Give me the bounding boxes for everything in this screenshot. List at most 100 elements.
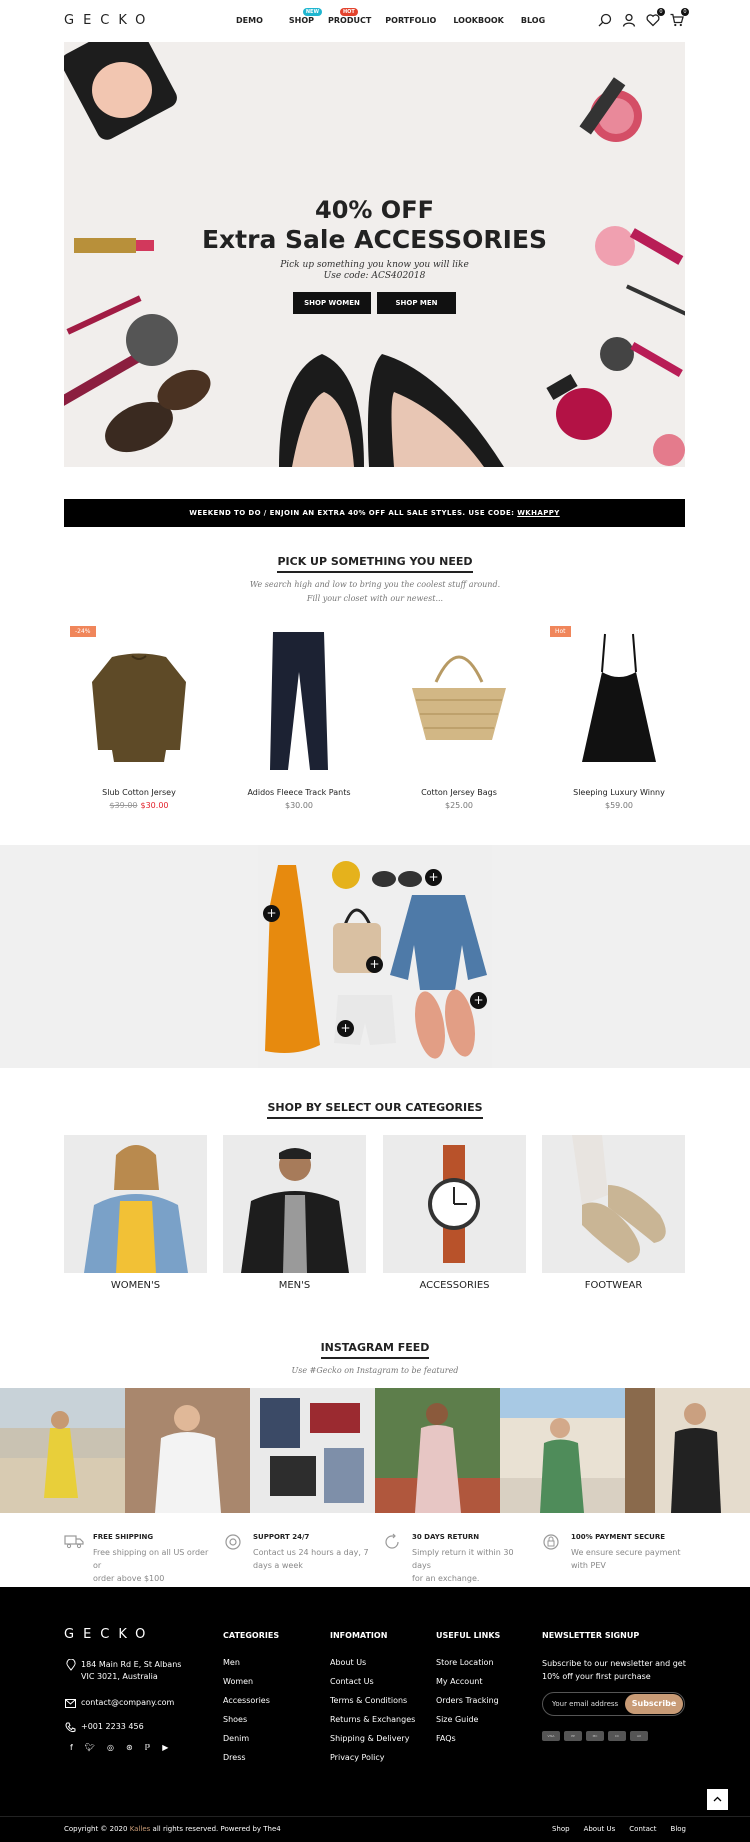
hotspot-button[interactable]: + bbox=[425, 869, 442, 886]
nav-item-demo[interactable]: DEMO bbox=[236, 16, 263, 25]
hotspot-button[interactable]: + bbox=[470, 992, 487, 1009]
product-image[interactable]: -24% bbox=[64, 622, 214, 780]
footer-link[interactable]: Contact Us bbox=[330, 1677, 415, 1686]
instagram-grid bbox=[0, 1388, 750, 1513]
nav-item-shop[interactable]: SHOP NEW bbox=[289, 8, 322, 25]
nav-label: BLOG bbox=[520, 16, 546, 25]
footer-link[interactable]: Men bbox=[223, 1658, 279, 1667]
youtube-icon[interactable]: ▶ bbox=[162, 1743, 168, 1752]
nav-item-lookbook[interactable]: LOOKBOOK bbox=[453, 16, 504, 25]
footer-link[interactable]: Dress bbox=[223, 1753, 279, 1762]
phone-text: +001 2233 456 bbox=[81, 1722, 144, 1731]
nav-label: PORTFOLIO bbox=[385, 16, 437, 25]
nav-item-blog[interactable]: BLOG bbox=[521, 16, 545, 25]
newsletter-form: Your email address Subscribe bbox=[542, 1692, 685, 1716]
category-card-men[interactable]: MEN'S bbox=[223, 1135, 366, 1291]
section-title-text: PICK UP SOMETHING YOU NEED bbox=[277, 555, 473, 573]
instagram-photo[interactable] bbox=[625, 1388, 750, 1513]
footer-link[interactable]: Shipping & Delivery bbox=[330, 1734, 415, 1743]
subtitle-line: Fill your closet with our newest... bbox=[306, 594, 444, 603]
section-title: SHOP BY SELECT OUR CATEGORIES bbox=[0, 1101, 750, 1119]
bottom-link-contact[interactable]: Contact bbox=[629, 1825, 656, 1833]
category-image[interactable] bbox=[64, 1135, 207, 1273]
bottom-link-about[interactable]: About Us bbox=[584, 1825, 616, 1833]
footer-link[interactable]: Terms & Conditions bbox=[330, 1696, 415, 1705]
footer-link[interactable]: Accessories bbox=[223, 1696, 279, 1705]
instagram-photo[interactable] bbox=[0, 1388, 125, 1513]
category-image[interactable] bbox=[223, 1135, 366, 1273]
wishlist-count: 0 bbox=[657, 8, 665, 16]
search-icon[interactable] bbox=[598, 12, 612, 27]
footer-link[interactable]: FAQs bbox=[436, 1734, 500, 1743]
dribbble-icon[interactable]: ⊛ bbox=[126, 1743, 133, 1752]
footer-col-title: USEFUL LINKS bbox=[436, 1631, 501, 1640]
category-image[interactable] bbox=[542, 1135, 685, 1273]
product-name[interactable]: Adidos Fleece Track Pants bbox=[224, 788, 374, 797]
hotspot-button[interactable]: + bbox=[263, 905, 280, 922]
shop-men-button[interactable]: SHOP MEN bbox=[377, 292, 456, 314]
product-card[interactable]: Adidos Fleece Track Pants $30.00 bbox=[224, 622, 374, 810]
category-card-footwear[interactable]: FOOTWEAR bbox=[542, 1135, 685, 1291]
subscribe-button[interactable]: Subscribe bbox=[625, 1694, 683, 1714]
instagram-photo[interactable] bbox=[500, 1388, 625, 1513]
instagram-photo[interactable] bbox=[125, 1388, 250, 1513]
user-icon[interactable] bbox=[622, 12, 636, 27]
footer-link[interactable]: Orders Tracking bbox=[436, 1696, 500, 1705]
product-card[interactable]: Hot Sleeping Luxury Winny $59.00 bbox=[544, 622, 694, 810]
hotspot-button[interactable]: + bbox=[366, 956, 383, 973]
hotspot-button[interactable]: + bbox=[337, 1020, 354, 1037]
address-line: 184 Main Rd E, St Albans bbox=[81, 1660, 182, 1669]
category-label: WOMEN'S bbox=[110, 1280, 161, 1291]
twitter-icon[interactable]: 🐦︎ bbox=[85, 1743, 95, 1752]
category-card-women[interactable]: WOMEN'S bbox=[64, 1135, 207, 1291]
bottom-link-shop[interactable]: Shop bbox=[552, 1825, 570, 1833]
nav-item-product[interactable]: PRODUCT HOT bbox=[328, 8, 371, 25]
footer-phone[interactable]: +001 2233 456 bbox=[64, 1721, 144, 1733]
footer-link[interactable]: Privacy Policy bbox=[330, 1753, 415, 1762]
category-card-accessories[interactable]: ACCESSORIES bbox=[383, 1135, 526, 1291]
copyright-brand[interactable]: Kalles bbox=[130, 1825, 151, 1833]
footer-email[interactable]: contact@company.com bbox=[64, 1697, 174, 1709]
price: $30.00 bbox=[285, 801, 313, 810]
footer-useful-links: USEFUL LINKS Store Location My Account O… bbox=[436, 1631, 500, 1753]
hero-title-secondary: Extra Sale ACCESSORIES bbox=[201, 225, 548, 254]
bottom-link-blog[interactable]: Blog bbox=[671, 1825, 686, 1833]
footer-link[interactable]: About Us bbox=[330, 1658, 415, 1667]
cart-icon[interactable]: 0 bbox=[670, 8, 689, 27]
instagram-photo[interactable] bbox=[375, 1388, 500, 1513]
shop-women-button[interactable]: SHOP WOMEN bbox=[293, 292, 371, 314]
product-card[interactable]: -24% Slub Cotton Jersey $39.00 $30.00 bbox=[64, 622, 214, 810]
wishlist-icon[interactable]: 0 bbox=[646, 8, 665, 27]
instagram-icon[interactable]: ◎ bbox=[107, 1743, 114, 1752]
section-title-text: SHOP BY SELECT OUR CATEGORIES bbox=[267, 1101, 483, 1119]
footer-link[interactable]: My Account bbox=[436, 1677, 500, 1686]
hero-banner[interactable]: 40% OFF Extra Sale ACCESSORIES Pick up s… bbox=[64, 42, 685, 467]
support-icon bbox=[225, 1534, 241, 1550]
truck-icon bbox=[64, 1535, 84, 1549]
footer-link[interactable]: Returns & Exchanges bbox=[330, 1715, 415, 1724]
location-icon bbox=[66, 1659, 76, 1671]
footer-link[interactable]: Denim bbox=[223, 1734, 279, 1743]
facebook-icon[interactable]: f bbox=[70, 1743, 73, 1752]
logo[interactable]: GECKO bbox=[64, 13, 154, 28]
newsletter-email-input[interactable]: Your email address bbox=[552, 1700, 618, 1708]
footer-link[interactable]: Size Guide bbox=[436, 1715, 500, 1724]
product-image[interactable] bbox=[224, 622, 374, 780]
pinterest-icon[interactable]: ℙ bbox=[145, 1743, 151, 1752]
product-name[interactable]: Cotton Jersey Bags bbox=[384, 788, 534, 797]
footer-logo[interactable]: GECKO bbox=[64, 1627, 154, 1642]
product-name[interactable]: Slub Cotton Jersey bbox=[64, 788, 214, 797]
footer-link[interactable]: Store Location bbox=[436, 1658, 500, 1667]
category-image[interactable] bbox=[383, 1135, 526, 1273]
footer-link[interactable]: Shoes bbox=[223, 1715, 279, 1724]
footer-link[interactable]: Women bbox=[223, 1677, 279, 1686]
hot-badge: HOT bbox=[340, 8, 358, 16]
product-name[interactable]: Sleeping Luxury Winny bbox=[544, 788, 694, 797]
product-card[interactable]: Cotton Jersey Bags $25.00 bbox=[384, 622, 534, 810]
product-image[interactable]: Hot bbox=[544, 622, 694, 780]
back-to-top-button[interactable] bbox=[707, 1789, 728, 1810]
promo-code[interactable]: WKHAPPY bbox=[517, 509, 560, 517]
instagram-photo[interactable] bbox=[250, 1388, 375, 1513]
product-image[interactable] bbox=[384, 622, 534, 780]
nav-item-portfolio[interactable]: PORTFOLIO bbox=[385, 16, 436, 25]
